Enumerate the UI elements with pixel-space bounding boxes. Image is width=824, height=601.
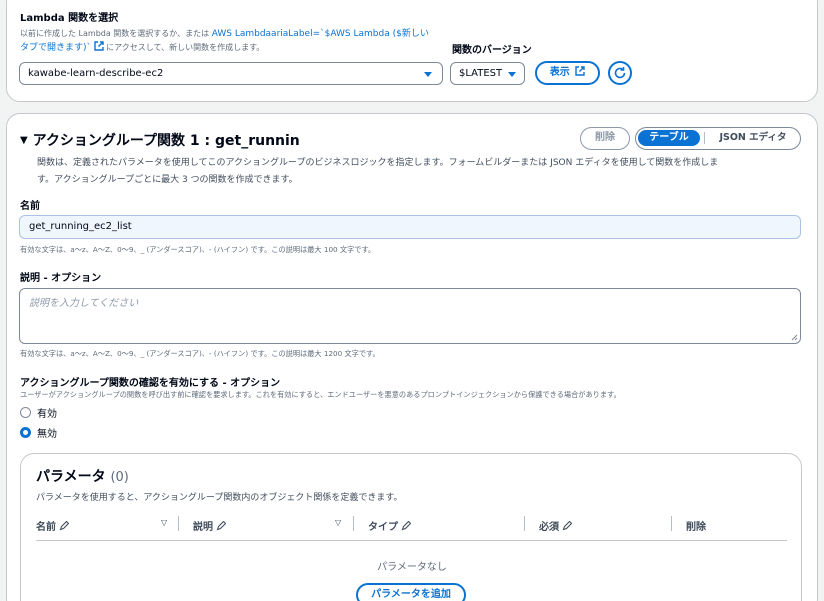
- parameters-title: パラメータ: [36, 469, 106, 485]
- column-type-label: タイプ: [368, 522, 398, 533]
- action-group-title: アクショングループ関数 1 : get_runnin: [32, 133, 300, 149]
- radio-enabled-label: 有効: [37, 409, 57, 420]
- column-header-type[interactable]: タイプ: [368, 518, 412, 533]
- column-separator: [524, 516, 525, 531]
- lambda-help-text: 以前に作成した Lambda 関数を選択するか、または AWS Lambdaar…: [20, 26, 429, 39]
- lambda-help-suffix: にアクセスして、新しい関数を作成します。: [106, 43, 265, 52]
- column-separator: [671, 516, 672, 531]
- resize-handle-icon[interactable]: [791, 334, 798, 341]
- caret-down-icon: [424, 72, 432, 77]
- radio-enabled[interactable]: [20, 407, 31, 418]
- description-textarea[interactable]: 説明を入力してください: [19, 288, 801, 344]
- function-name-input[interactable]: get_running_ec2_list: [19, 215, 801, 239]
- lambda-help-prefix: 以前に作成した Lambda 関数を選択するか、または: [20, 29, 210, 38]
- radio-disabled-label: 無効: [37, 429, 57, 440]
- description-placeholder: 説明を入力してください: [29, 298, 139, 309]
- action-group-description-line1: 関数は、定義されたパラメータを使用してこのアクショングループのビジネスロジックを…: [37, 158, 719, 168]
- confirmation-label: アクショングループ関数の確認を有効にする - オプション: [20, 378, 281, 389]
- name-label: 名前: [20, 201, 40, 212]
- delete-function-button[interactable]: 削除: [580, 127, 630, 150]
- external-link-icon: [575, 66, 585, 76]
- parameters-count: (0): [110, 470, 129, 485]
- aws-lambda-link-line2[interactable]: タブで開きます)`: [20, 43, 91, 53]
- column-required-label: 必須: [539, 522, 559, 533]
- delete-button-label: 削除: [595, 132, 615, 143]
- action-group-description-line2: す。アクショングループごとに最大 3 つの関数を作成できます。: [37, 175, 298, 185]
- show-function-button[interactable]: 表示: [535, 61, 600, 85]
- caret-down-icon: [508, 72, 516, 77]
- parameters-empty-state: パラメータなし: [377, 562, 447, 573]
- column-separator: [353, 516, 354, 531]
- pencil-icon: [563, 520, 573, 531]
- lambda-section-title: Lambda 関数を選択: [20, 13, 119, 24]
- radio-disabled[interactable]: [20, 427, 31, 438]
- lambda-help-text-line2: タブで開きます)` にアクセスして、新しい関数を作成します。: [20, 40, 264, 53]
- function-name-value: get_running_ec2_list: [29, 221, 132, 232]
- lambda-function-select[interactable]: kawabe-learn-describe-ec2: [19, 62, 443, 85]
- action-group-heading[interactable]: ▼ アクショングループ関数 1 : get_runnin: [20, 130, 300, 150]
- lambda-function-value: kawabe-learn-describe-ec2: [28, 68, 164, 79]
- column-header-required[interactable]: 必須: [539, 518, 573, 533]
- add-parameter-button[interactable]: パラメータを追加: [356, 583, 466, 601]
- show-button-label: 表示: [549, 67, 570, 78]
- pencil-icon: [217, 520, 227, 531]
- refresh-icon: [614, 67, 626, 79]
- segment-json-editor[interactable]: JSON エディタ: [710, 131, 796, 145]
- caret-down-icon[interactable]: ▼: [20, 135, 28, 146]
- confirmation-hint: ユーザーがアクショングループの関数を呼び出す前に確認を要求します。これを有効にす…: [20, 390, 621, 399]
- column-header-description[interactable]: 説明: [193, 518, 227, 533]
- column-description-label: 説明: [193, 522, 213, 533]
- table-header-divider: [36, 540, 787, 541]
- segment-divider: [704, 132, 705, 144]
- refresh-button[interactable]: [608, 61, 632, 85]
- sort-caret-icon[interactable]: ▽: [161, 518, 167, 527]
- aws-lambda-link-line1[interactable]: AWS LambdaariaLabel=`$AWS Lambda ($新しい: [212, 29, 429, 39]
- description-hint: 有効な文字は、a〜z、A〜Z、0〜9、_ (アンダースコア)、- (ハイフン) …: [20, 349, 380, 358]
- external-link-icon[interactable]: [93, 41, 107, 52]
- column-separator: [178, 516, 179, 531]
- description-label: 説明 - オプション: [20, 273, 102, 284]
- pencil-icon: [60, 520, 70, 531]
- column-header-delete: 削除: [686, 522, 706, 533]
- segment-table[interactable]: テーブル: [638, 130, 700, 146]
- function-version-label: 関数のバージョン: [452, 45, 532, 56]
- function-version-select[interactable]: $LATEST: [450, 62, 525, 85]
- function-version-value: $LATEST: [459, 68, 503, 79]
- parameters-description: パラメータを使用すると、アクショングループ関数内のオブジェクト関係を定義できます…: [36, 493, 403, 503]
- parameters-heading: パラメータ (0): [36, 466, 129, 486]
- column-header-name[interactable]: 名前: [36, 518, 70, 533]
- name-hint: 有効な文字は、a〜z、A〜Z、0〜9、_ (アンダースコア)、- (ハイフン) …: [20, 245, 376, 254]
- sort-caret-icon[interactable]: ▽: [335, 518, 341, 527]
- column-name-label: 名前: [36, 522, 56, 533]
- view-mode-segmented-control: テーブル JSON エディタ: [635, 127, 801, 150]
- pencil-icon: [402, 520, 412, 531]
